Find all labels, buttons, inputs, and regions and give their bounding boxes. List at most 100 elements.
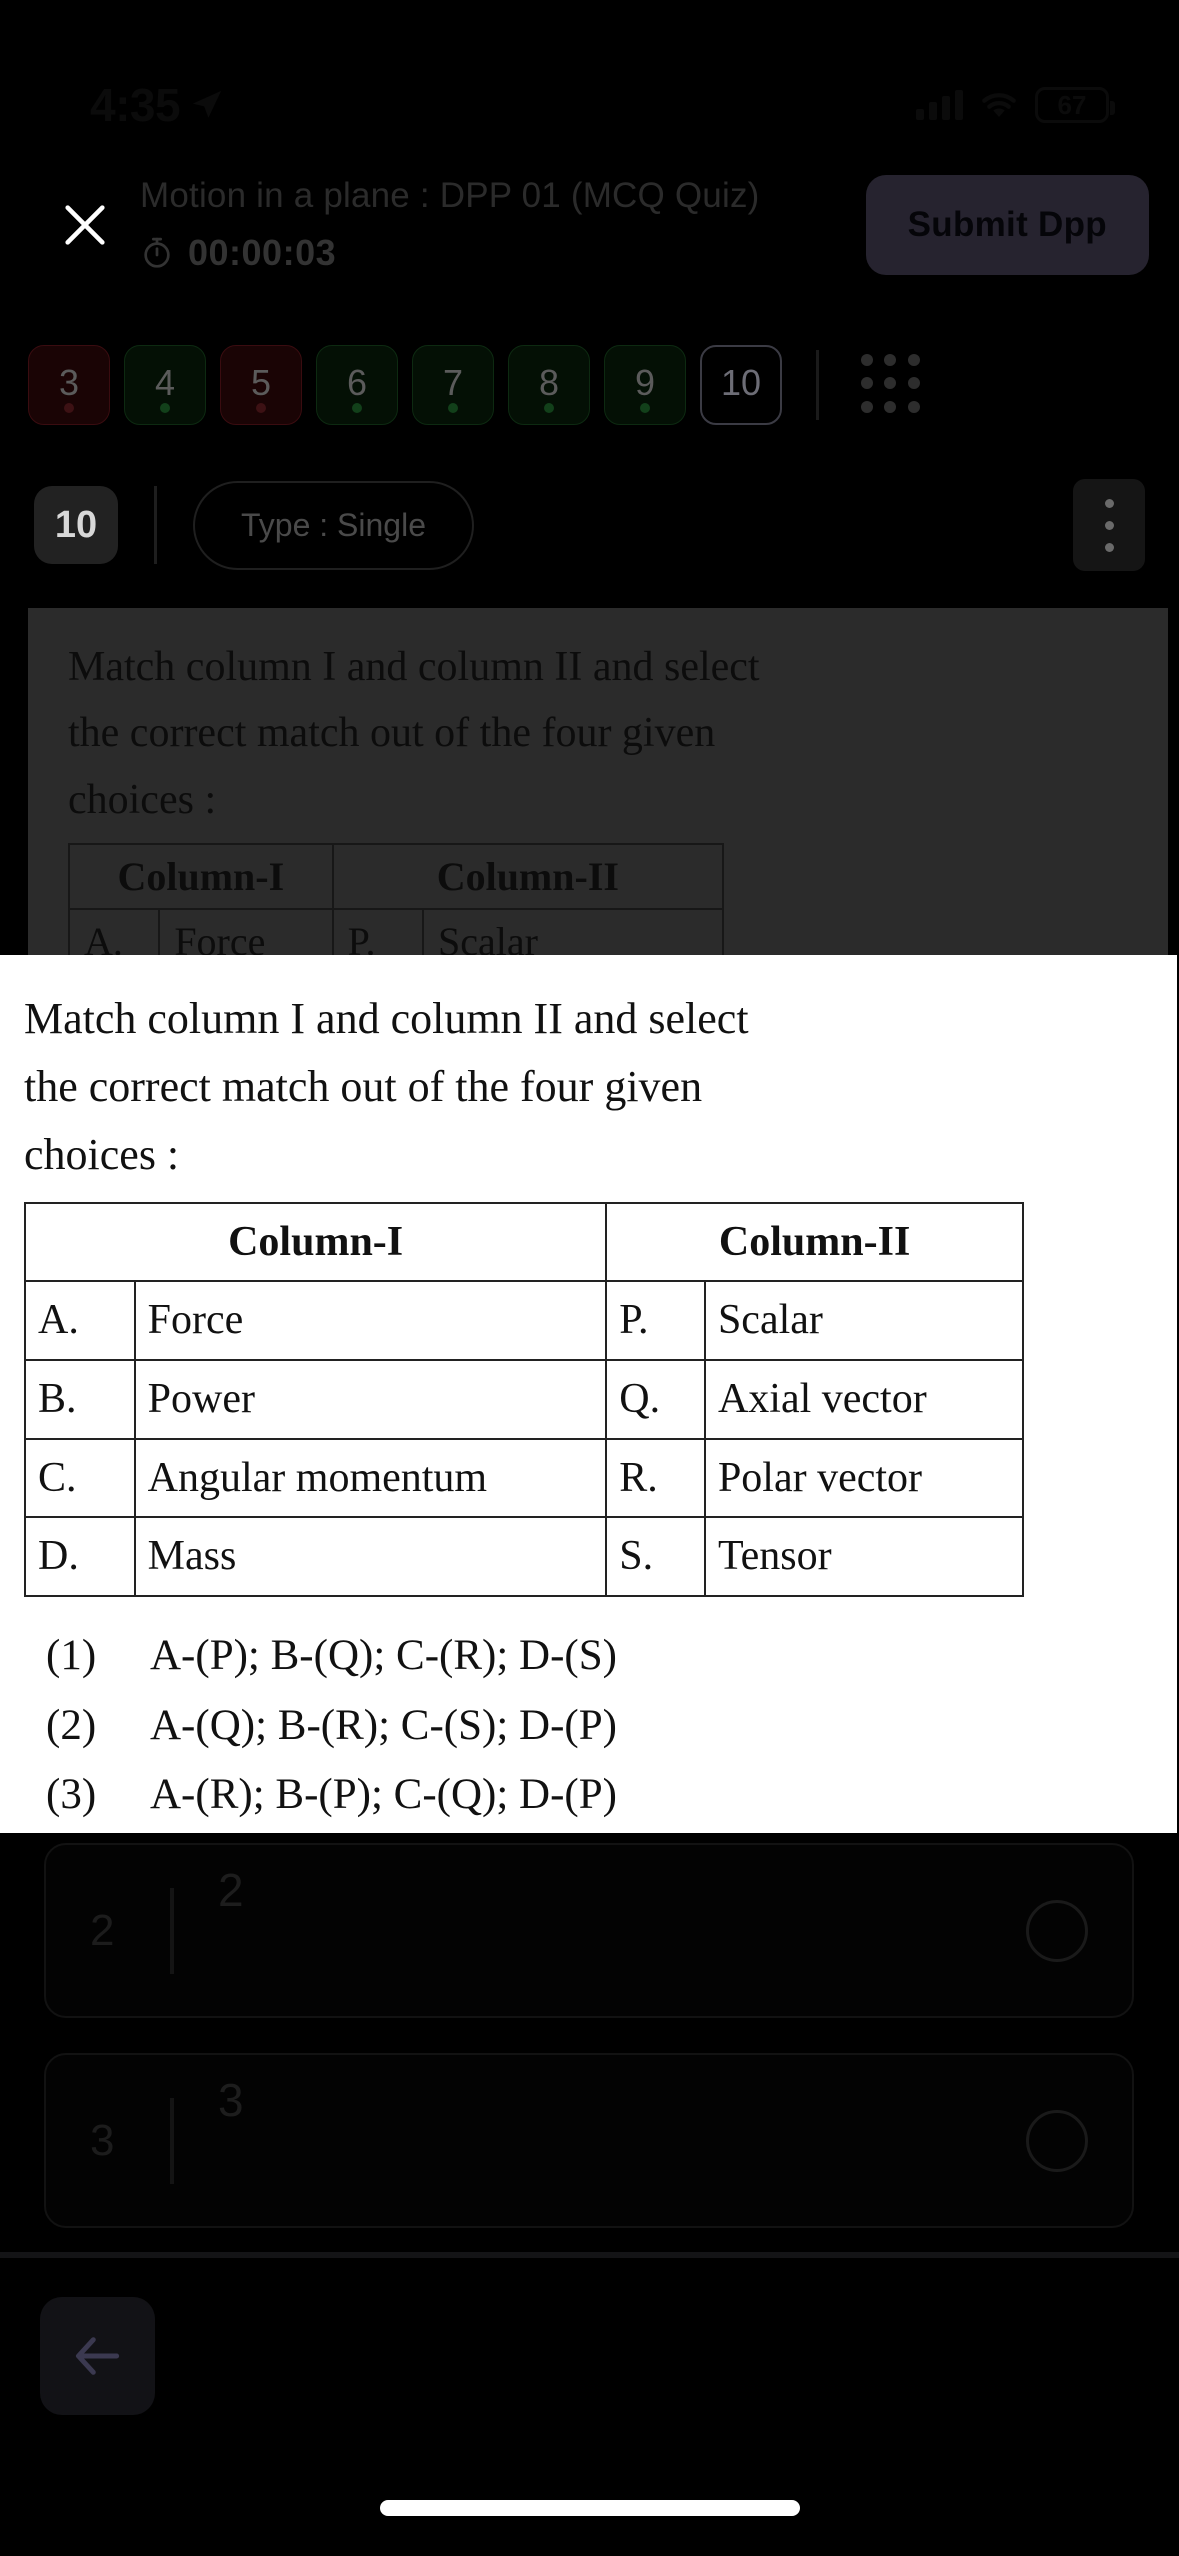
choice-number: (2): [46, 1701, 97, 1749]
choice-text: A-(S); B-(P); C-(Q); D-(R): [150, 1830, 617, 1833]
wifi-icon: [982, 93, 1016, 117]
pill-label: 4: [154, 362, 176, 403]
bottom-separator: [0, 2252, 1179, 2258]
cell-key-2: P.: [605, 1280, 706, 1361]
question-type-chip: Type : Single: [193, 480, 474, 570]
bg-match-table: Column-I Column-II A. Force P. Scalar B.…: [67, 843, 725, 968]
question-pill-9[interactable]: 9: [604, 345, 686, 425]
choice-2: (2) A-(Q); B-(R); C-(S); D-(P): [24, 1691, 1141, 1761]
choice-text: A-(P); B-(Q); C-(R); D-(S): [150, 1632, 617, 1679]
choice-number: (3): [46, 1771, 97, 1819]
cell-key-2: R.: [605, 1437, 706, 1519]
cell-value-1: Angular momentum: [133, 1437, 608, 1519]
bg-header-col2: Column-II: [331, 843, 725, 911]
question-pill-4[interactable]: 4: [124, 345, 206, 425]
pill-status-dot: [64, 403, 74, 413]
answer-option-radio[interactable]: [1026, 2109, 1088, 2172]
pill-status-dot: [160, 403, 170, 413]
choice-text: A-(R); B-(P); C-(Q); D-(P): [150, 1771, 617, 1819]
question-pill-6[interactable]: 6: [316, 345, 398, 425]
cell-value-1: Mass: [133, 1516, 608, 1597]
pill-label: 7: [442, 362, 464, 403]
answer-option-divider: [170, 1887, 174, 1974]
meta-divider: [154, 486, 157, 564]
quiz-title: Motion in a plane : DPP 01 (MCQ Quiz): [140, 176, 760, 215]
choice-number: (4): [46, 1830, 122, 1833]
current-question-badge: 10: [34, 486, 118, 564]
battery-indicator: 67: [1035, 87, 1115, 123]
answer-option-divider: [170, 2097, 174, 2184]
status-time: 4:35: [90, 79, 181, 131]
choice-1: (1) A-(P); B-(Q); C-(R); D-(S): [24, 1621, 1141, 1691]
cell-key-2: S.: [605, 1516, 706, 1597]
submit-dpp-button[interactable]: Submit Dpp: [865, 175, 1149, 275]
answer-option-3[interactable]: 3 3: [44, 2053, 1134, 2228]
table-row: C. Angular momentum R. Polar vector: [24, 1437, 1025, 1519]
question-image-overlay[interactable]: Match column I and column II and select …: [0, 955, 1177, 1833]
choice-4: (4) A-(S); B-(P); C-(Q); D-(R): [24, 1830, 1141, 1833]
grid-menu-icon[interactable]: [861, 354, 923, 416]
close-button[interactable]: [40, 180, 130, 270]
header-text-block: Motion in a plane : DPP 01 (MCQ Quiz) 00…: [130, 176, 866, 274]
pill-status-dot: [352, 403, 362, 413]
back-arrow-icon: [75, 2337, 119, 2375]
cell-key-1: C.: [24, 1437, 136, 1519]
choice-3: (3) A-(R); B-(P); C-(Q); D-(P): [24, 1760, 1141, 1830]
cell-value-2: Scalar: [703, 1280, 1025, 1361]
prompt-line-2: the correct match out of the four given: [24, 1062, 703, 1112]
pill-label: 8: [538, 362, 560, 403]
table-row: D. Mass S. Tensor: [24, 1516, 1025, 1597]
question-meta-row: 10 Type : Single: [0, 465, 1179, 585]
timer-value: 00:00:03: [188, 232, 337, 273]
pill-label: 6: [346, 362, 368, 403]
more-options-icon[interactable]: [1073, 479, 1145, 571]
answer-option-radio[interactable]: [1026, 1899, 1088, 1962]
pill-status-dot: [640, 403, 650, 413]
prompt-line-1: Match column I and column II and select: [24, 994, 749, 1043]
cell-value-2: Axial vector: [703, 1358, 1025, 1440]
pill-label: 9: [634, 362, 656, 403]
question-pill-10[interactable]: 10: [700, 345, 782, 425]
question-pills-row: 3 4 5 6 7 8 9 10: [0, 340, 1179, 430]
choice-text: A-(Q); B-(R); C-(S); D-(P): [150, 1701, 617, 1749]
status-bar-left: 4:35: [90, 78, 224, 132]
background-question-preview: Match column I and column II and select …: [28, 608, 1168, 968]
bg-prompt-line-2: the correct match out of the four given: [68, 710, 716, 757]
table-header-row: Column-I Column-II: [23, 1201, 1024, 1283]
answer-option-index: 3: [90, 2115, 115, 2165]
bg-header-col1: Column-I: [68, 843, 334, 911]
back-button[interactable]: [40, 2297, 155, 2415]
pill-status-dot: [544, 403, 554, 413]
prompt-line-3: choices :: [24, 1130, 180, 1180]
question-pill-5[interactable]: 5: [220, 345, 302, 425]
choices-list: (1) A-(P); B-(Q); C-(R); D-(S) (2) A-(Q)…: [24, 1621, 1141, 1833]
cell-key-1: D.: [24, 1516, 136, 1597]
cell-value-1: Power: [133, 1358, 608, 1440]
table-row: B. Power Q. Axial vector: [24, 1358, 1025, 1440]
match-table: Column-I Column-II A. Force P. Scalar B.…: [23, 1201, 1025, 1597]
cell-value-2: Tensor: [703, 1516, 1025, 1597]
table-row: A. Force P. Scalar: [24, 1280, 1025, 1361]
cell-key-2: Q.: [605, 1358, 706, 1440]
status-bar-right: 67: [916, 87, 1115, 123]
pill-label: 10: [720, 362, 762, 403]
battery-percent: 67: [1057, 89, 1087, 120]
answer-option-index: 2: [90, 1905, 115, 1955]
home-indicator: [379, 2500, 800, 2516]
answer-option-label: 3: [218, 2074, 244, 2126]
bg-prompt-line-1: Match column I and column II and select: [68, 644, 760, 690]
pill-status-dot: [448, 403, 458, 413]
bg-prompt-line-3: choices :: [68, 776, 217, 823]
question-pill-8[interactable]: 8: [508, 345, 590, 425]
app-header: Motion in a plane : DPP 01 (MCQ Quiz) 00…: [0, 160, 1179, 290]
answer-option-2[interactable]: 2 2: [44, 1843, 1134, 2018]
answer-option-label: 2: [218, 1864, 244, 1916]
question-pill-3[interactable]: 3: [28, 345, 110, 425]
choice-number: (1): [46, 1632, 97, 1679]
pill-label: 5: [250, 362, 272, 403]
close-icon: [65, 205, 105, 245]
question-pill-7[interactable]: 7: [412, 345, 494, 425]
header-column-ii: Column-II: [605, 1201, 1024, 1283]
status-bar: 4:35 67: [0, 0, 1179, 150]
cell-value-1: Force: [133, 1280, 608, 1361]
